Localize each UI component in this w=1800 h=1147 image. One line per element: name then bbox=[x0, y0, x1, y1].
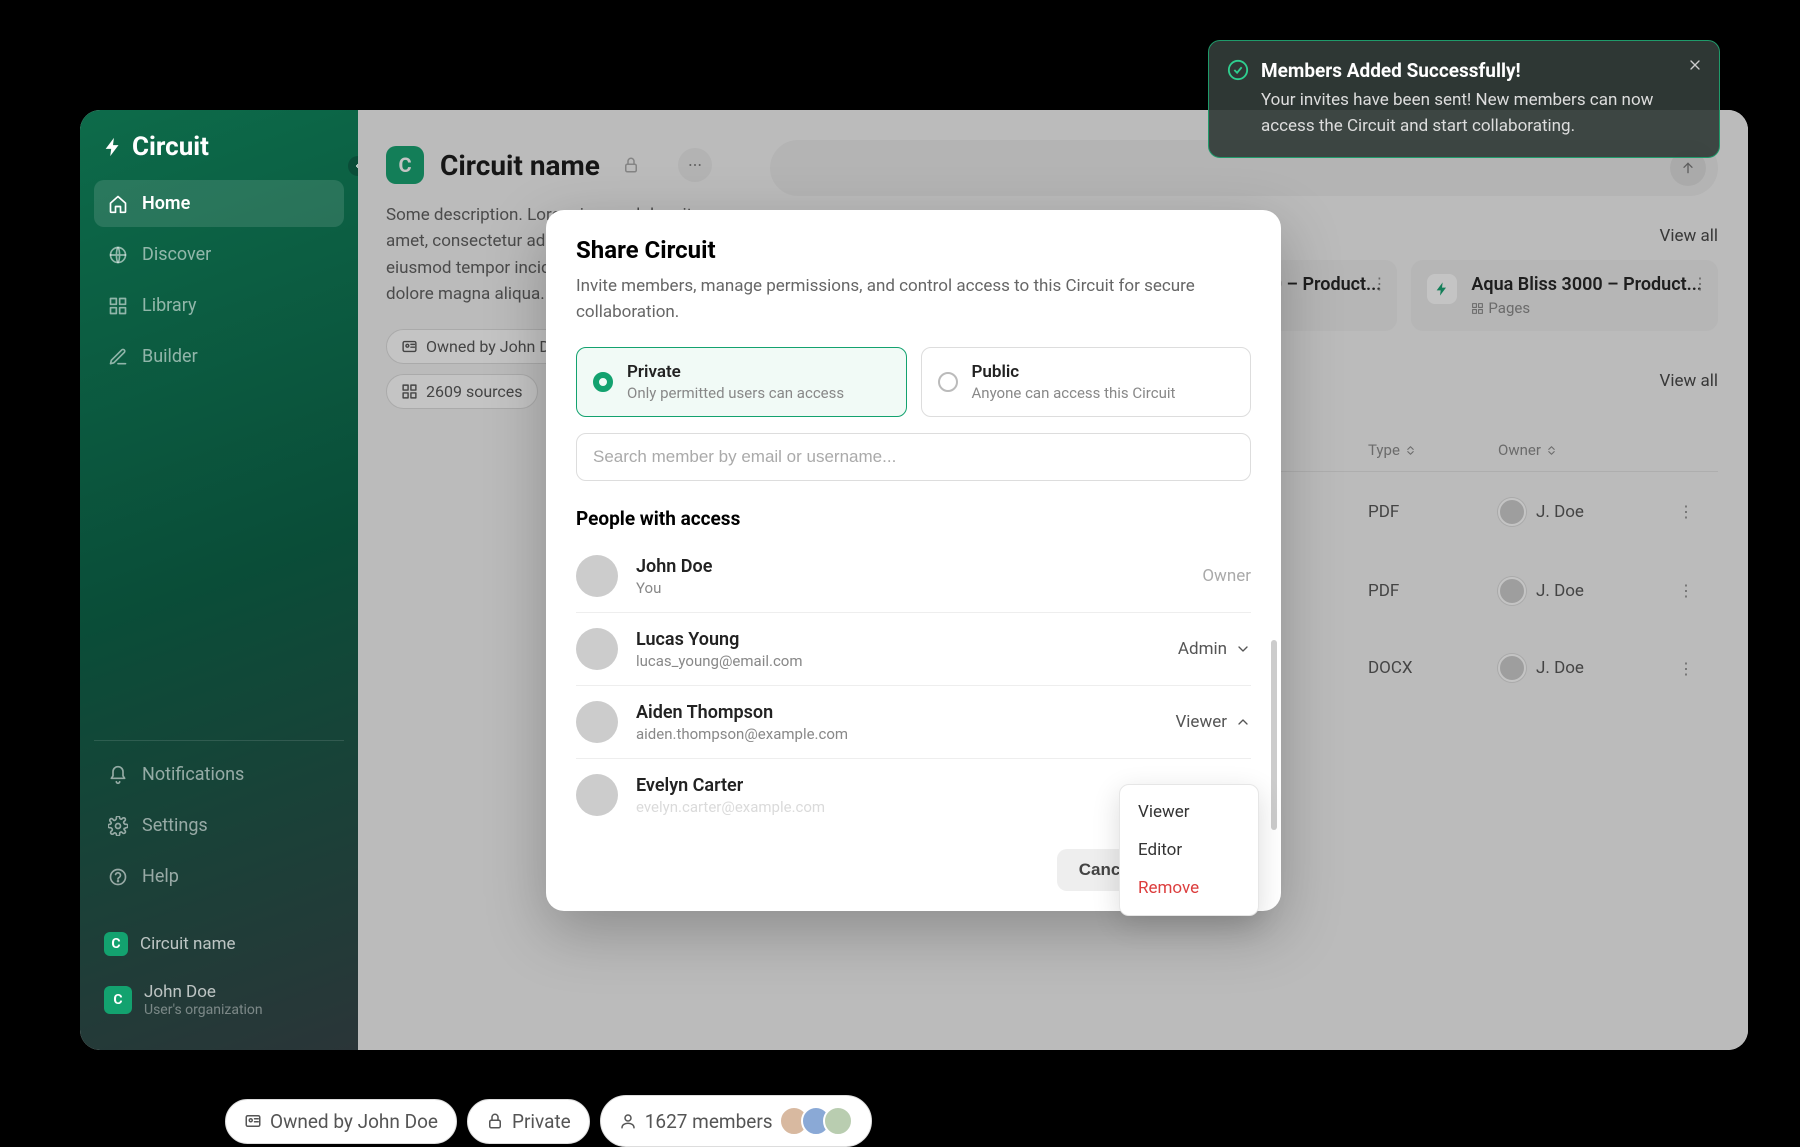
visibility-public[interactable]: Public Anyone can access this Circuit bbox=[921, 347, 1252, 417]
nav-label: Notifications bbox=[142, 764, 244, 785]
modal-title: Share Circuit bbox=[576, 236, 1251, 264]
nav-label: Home bbox=[142, 193, 190, 214]
role-option-editor[interactable]: Editor bbox=[1120, 831, 1258, 869]
person-avatar bbox=[576, 555, 618, 597]
float-owner-pill[interactable]: Owned by John Doe bbox=[225, 1099, 457, 1144]
nav-builder[interactable]: Builder bbox=[94, 333, 344, 380]
id-icon bbox=[244, 1112, 262, 1130]
user-avatar: C bbox=[104, 986, 132, 1014]
nav-label: Help bbox=[142, 866, 179, 887]
role-option-remove[interactable]: Remove bbox=[1120, 869, 1258, 907]
toast-title: Members Added Successfully! bbox=[1261, 59, 1673, 82]
floating-pills: Owned by John Doe Private 1627 members bbox=[225, 1095, 872, 1147]
home-icon bbox=[108, 194, 128, 214]
bolt-icon bbox=[102, 136, 124, 158]
visibility-private[interactable]: Private Only permitted users can access bbox=[576, 347, 907, 417]
person-role-select[interactable]: Viewer bbox=[1175, 712, 1251, 732]
sidebar-bottom: Notifications Settings Help C Circuit na… bbox=[94, 740, 344, 1028]
role-option-viewer[interactable]: Viewer bbox=[1120, 793, 1258, 831]
member-search-input[interactable] bbox=[576, 433, 1251, 481]
nav-home[interactable]: Home bbox=[94, 180, 344, 227]
help-icon bbox=[108, 867, 128, 887]
edit-icon bbox=[108, 347, 128, 367]
success-toast: Members Added Successfully! Your invites… bbox=[1208, 40, 1720, 158]
nav-help[interactable]: Help bbox=[94, 853, 344, 900]
close-icon bbox=[1687, 57, 1703, 73]
primary-nav: Home Discover Library Builder bbox=[94, 180, 344, 380]
chevron-up-icon bbox=[1235, 714, 1251, 730]
modal-subtitle: Invite members, manage permissions, and … bbox=[576, 274, 1251, 325]
brand-name: Circuit bbox=[132, 132, 209, 162]
lock-icon bbox=[486, 1112, 504, 1130]
user-org: User's organization bbox=[144, 1002, 263, 1018]
chevron-down-icon bbox=[1235, 641, 1251, 657]
nav-settings[interactable]: Settings bbox=[94, 802, 344, 849]
toast-close[interactable] bbox=[1687, 57, 1703, 77]
sidebar-circuit-chip[interactable]: C Circuit name bbox=[94, 920, 344, 968]
toast-body: Your invites have been sent! New members… bbox=[1261, 88, 1673, 139]
person-row: Lucas Younglucas_young@email.com Admin bbox=[576, 613, 1251, 686]
scrollbar[interactable] bbox=[1271, 640, 1277, 830]
check-circle-icon bbox=[1227, 59, 1249, 81]
person-icon bbox=[619, 1112, 637, 1130]
person-avatar bbox=[576, 701, 618, 743]
person-role-select[interactable]: Admin bbox=[1178, 639, 1251, 659]
nav-notifications[interactable]: Notifications bbox=[94, 751, 344, 798]
person-row: Aiden Thompsonaiden.thompson@example.com… bbox=[576, 686, 1251, 759]
people-list: John DoeYou Owner Lucas Younglucas_young… bbox=[576, 540, 1251, 831]
float-members-pill[interactable]: 1627 members bbox=[600, 1095, 872, 1147]
person-row: John DoeYou Owner bbox=[576, 540, 1251, 613]
sidebar-user[interactable]: C John Doe User's organization bbox=[94, 972, 344, 1028]
grid-icon bbox=[108, 296, 128, 316]
person-avatar bbox=[576, 774, 618, 816]
nav-library[interactable]: Library bbox=[94, 282, 344, 329]
nav-label: Settings bbox=[142, 815, 208, 836]
gear-icon bbox=[108, 816, 128, 836]
nav-label: Library bbox=[142, 295, 197, 316]
nav-label: Discover bbox=[142, 244, 211, 265]
user-name: John Doe bbox=[144, 982, 263, 1002]
bell-icon bbox=[108, 765, 128, 785]
people-heading: People with access bbox=[576, 507, 1251, 530]
nav-discover[interactable]: Discover bbox=[94, 231, 344, 278]
sidebar: Circuit Home Discover Library Builder bbox=[80, 110, 358, 1050]
person-role: Owner bbox=[1202, 566, 1251, 586]
brand-logo[interactable]: Circuit bbox=[94, 132, 344, 180]
person-avatar bbox=[576, 628, 618, 670]
circuit-name: Circuit name bbox=[140, 934, 236, 954]
member-avatars bbox=[787, 1106, 853, 1136]
role-dropdown: Viewer Editor Remove bbox=[1119, 784, 1259, 916]
share-modal: Share Circuit Invite members, manage per… bbox=[546, 210, 1281, 911]
nav-label: Builder bbox=[142, 346, 198, 367]
circuit-avatar: C bbox=[104, 932, 128, 956]
float-visibility-pill[interactable]: Private bbox=[467, 1099, 590, 1144]
radio-icon bbox=[593, 372, 613, 392]
globe-icon bbox=[108, 245, 128, 265]
radio-icon bbox=[938, 372, 958, 392]
